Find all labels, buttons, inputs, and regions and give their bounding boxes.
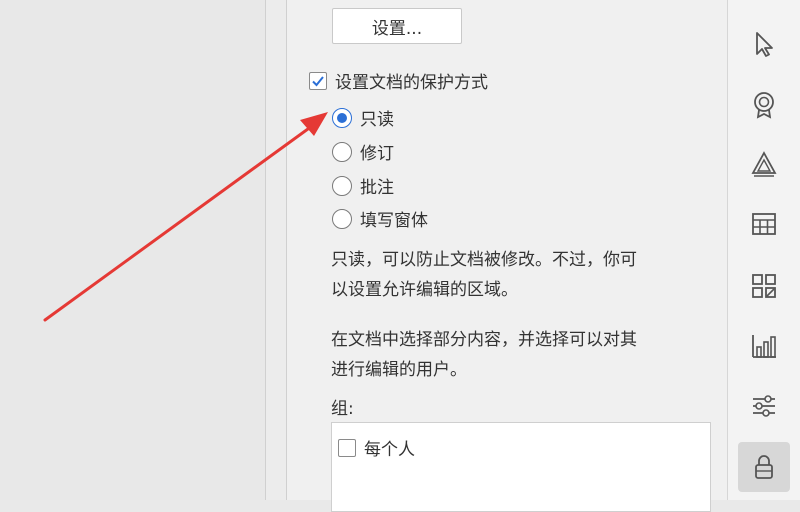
lock-icon[interactable] bbox=[738, 442, 790, 492]
radio-revision-control[interactable] bbox=[332, 141, 352, 162]
settings-button[interactable]: 设置... bbox=[332, 8, 462, 44]
radio-fill-form[interactable]: 填写窗体 bbox=[332, 206, 428, 231]
everyone-checkbox-row[interactable]: 每个人 bbox=[338, 435, 415, 460]
grid-apps-icon[interactable] bbox=[738, 262, 790, 310]
everyone-checkbox[interactable] bbox=[338, 438, 356, 457]
checkmark-icon bbox=[312, 75, 324, 86]
radio-revision[interactable]: 修订 bbox=[332, 139, 394, 164]
radio-readonly[interactable]: 只读 bbox=[332, 105, 394, 130]
protect-mode-checkbox[interactable] bbox=[309, 71, 327, 90]
shapes-icon[interactable] bbox=[738, 140, 790, 188]
chart-icon[interactable] bbox=[738, 322, 790, 370]
right-toolbar bbox=[728, 0, 800, 500]
scroll-gutter bbox=[265, 0, 287, 500]
readonly-description: 只读，可以防止文档被修改。不过，你可 以设置允许编辑的区域。 bbox=[331, 250, 637, 300]
badge-icon[interactable] bbox=[738, 80, 790, 128]
radio-comment-control[interactable] bbox=[332, 175, 352, 196]
table-icon[interactable] bbox=[738, 200, 790, 248]
radio-readonly-control[interactable] bbox=[332, 107, 352, 128]
radio-readonly-label: 只读 bbox=[360, 110, 394, 130]
sliders-icon[interactable] bbox=[738, 382, 790, 430]
group-list[interactable]: 每个人 bbox=[331, 422, 711, 512]
group-label: 组: bbox=[331, 399, 354, 419]
radio-revision-label: 修订 bbox=[360, 144, 394, 164]
radio-fill-form-label: 填写窗体 bbox=[360, 211, 428, 231]
radio-fill-form-control[interactable] bbox=[332, 208, 352, 229]
cursor-icon[interactable] bbox=[738, 20, 790, 68]
restrict-editing-panel: 设置... 设置文档的保护方式 只读 修订 批注 填写窗体 只读，可以防止文档被… bbox=[287, 0, 728, 512]
document-area bbox=[0, 0, 265, 500]
protect-mode-label: 设置文档的保护方式 bbox=[335, 73, 488, 93]
radio-comment[interactable]: 批注 bbox=[332, 173, 394, 198]
protect-mode-checkbox-row[interactable]: 设置文档的保护方式 bbox=[309, 68, 488, 93]
radio-comment-label: 批注 bbox=[360, 178, 394, 198]
everyone-label: 每个人 bbox=[364, 440, 415, 460]
select-description: 在文档中选择部分内容，并选择可以对其 进行编辑的用户。 bbox=[331, 330, 637, 380]
